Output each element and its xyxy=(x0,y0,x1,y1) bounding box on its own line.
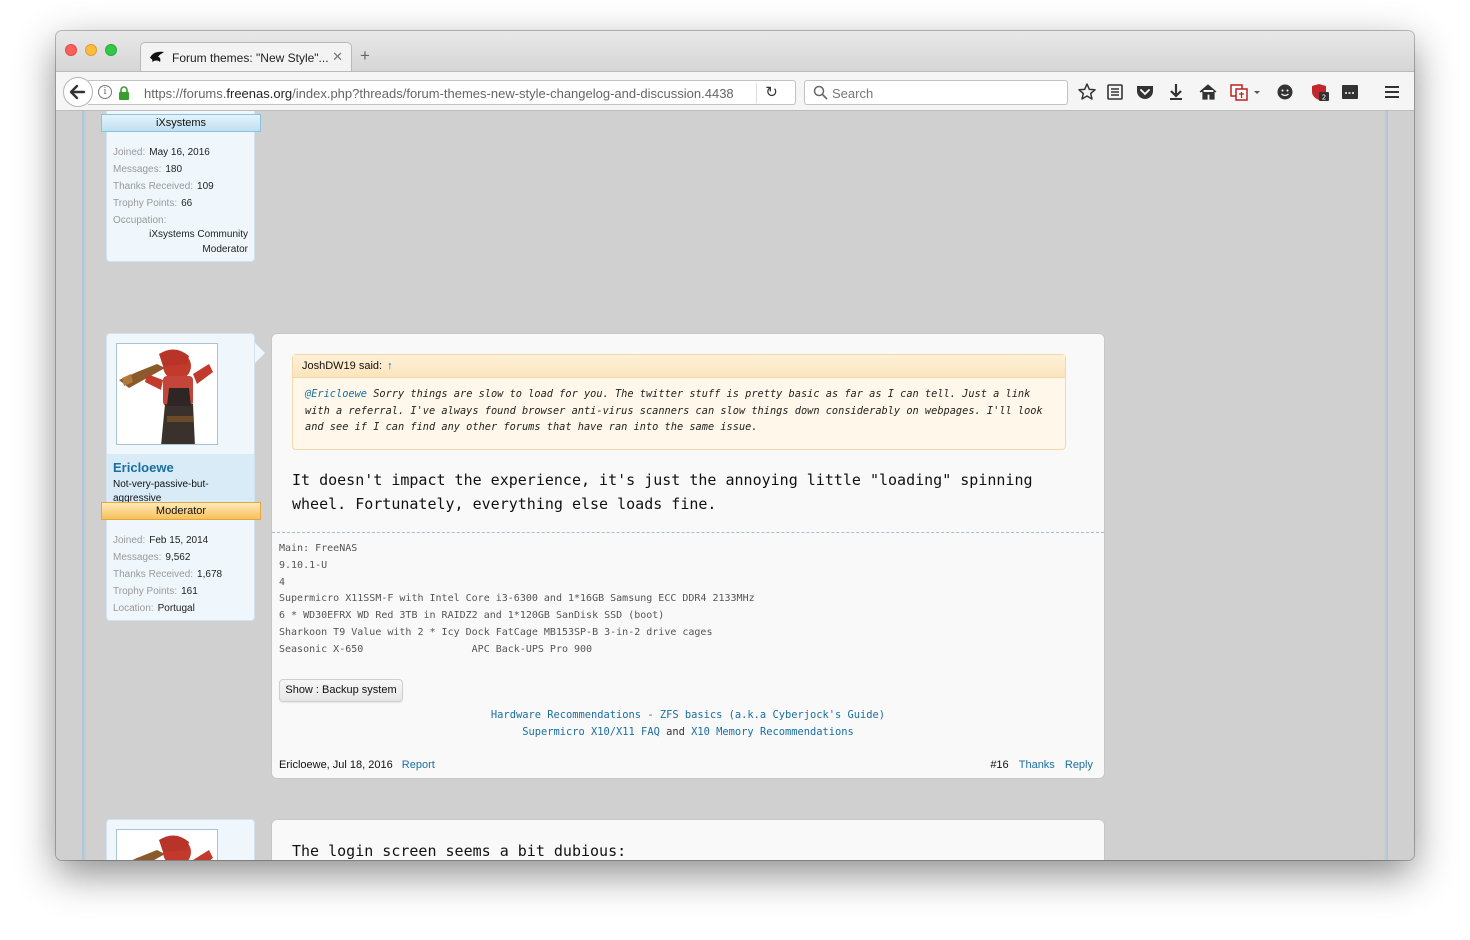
report-link[interactable]: Report xyxy=(402,759,435,771)
freenas-favicon-icon xyxy=(150,51,164,62)
hamburger-menu-icon[interactable] xyxy=(1381,82,1403,102)
post-number[interactable]: #16 xyxy=(990,759,1008,771)
user-stats: Joined: Feb 15, 2014 Messages: 9,562 Thank… xyxy=(113,535,223,614)
new-tab-button[interactable]: + xyxy=(360,47,370,64)
tab-forum-themes[interactable]: Forum themes: "New Style"... ✕ xyxy=(140,42,352,72)
zfs-basics-link[interactable]: ZFS basics (a.k.a Cyberjock's Guide) xyxy=(660,709,885,721)
user-stats: Joined: May 16, 2016 Messages: 180 Thanks … xyxy=(113,147,214,226)
signature-divider xyxy=(272,532,1104,533)
ublock-shield-icon[interactable]: 2 xyxy=(1309,82,1331,102)
user-info-previous: iXsystems Joined: May 16, 2016 Messages: 1… xyxy=(101,111,261,262)
quote-header: JoshDW19 said: ↑ xyxy=(293,355,1065,378)
back-button[interactable] xyxy=(63,77,93,107)
home-icon[interactable] xyxy=(1197,82,1219,102)
url-text[interactable]: https://forums.freenas.org/index.php?thr… xyxy=(144,86,738,101)
message-text: The login screen seems a bit dubious: xyxy=(292,842,627,860)
signature-links-row-1: Hardware Recommendations - ZFS basics (a… xyxy=(490,709,886,721)
user-info-next xyxy=(106,819,255,860)
user-banner-moderator: Moderator xyxy=(101,502,261,520)
thanks-link[interactable]: Thanks xyxy=(1019,759,1055,771)
minimize-window-button[interactable] xyxy=(85,44,97,56)
back-arrow-icon xyxy=(69,84,86,100)
hardware-recommendations-link[interactable]: Hardware Recommendations xyxy=(491,709,641,721)
user-occupation: iXsystems Community Moderator xyxy=(149,229,248,255)
extension-icon[interactable] xyxy=(1339,82,1361,102)
page-content: iXsystems Joined: May 16, 2016 Messages: 1… xyxy=(56,111,1414,860)
quote-text: @Ericloewe Sorry things are slow to load… xyxy=(305,388,1043,433)
message-post-17: The login screen seems a bit dubious: xyxy=(271,819,1105,860)
close-window-button[interactable] xyxy=(65,44,77,56)
browser-window: Forum themes: "New Style"... ✕ + i https… xyxy=(56,31,1414,860)
bookmarks-list-icon[interactable] xyxy=(1104,82,1126,102)
username-link[interactable]: Ericloewe xyxy=(113,460,174,475)
signature-links-row-2: Supermicro X10/X11 FAQ and X10 Memory Re… xyxy=(522,726,854,738)
svg-text:2: 2 xyxy=(1322,94,1326,102)
user-banner-ixsystems: iXsystems xyxy=(101,114,261,132)
reload-icon[interactable]: ↻ xyxy=(756,83,786,103)
post-author-date[interactable]: Ericloewe, Jul 18, 2016 xyxy=(279,759,393,771)
lock-icon[interactable] xyxy=(118,86,130,100)
message-text: It doesn't impact the experience, it's j… xyxy=(292,471,1033,513)
url-bar[interactable]: i https://forums.freenas.org/index.php?t… xyxy=(88,80,796,105)
pocket-icon[interactable] xyxy=(1134,82,1156,102)
user-info-ericloewe: Ericloewe Not-very-passive-but-aggressiv… xyxy=(101,333,261,621)
bookmark-star-icon[interactable] xyxy=(1076,82,1098,102)
x10-memory-link[interactable]: X10 Memory Recommendations xyxy=(691,726,854,738)
quote-block: JoshDW19 said: ↑ @Ericloewe Sorry things… xyxy=(292,354,1066,450)
supermicro-faq-link[interactable]: Supermicro X10/X11 FAQ xyxy=(522,726,660,738)
download-icon[interactable] xyxy=(1165,82,1187,102)
translate-dropdown-icon[interactable] xyxy=(1252,82,1262,102)
avatar[interactable] xyxy=(116,829,218,860)
search-bar[interactable]: Search xyxy=(804,80,1068,105)
translate-icon[interactable] xyxy=(1228,82,1250,102)
avatar[interactable] xyxy=(116,343,218,445)
tab-close-icon[interactable]: ✕ xyxy=(332,49,343,65)
mention-link[interactable]: @Ericloewe xyxy=(305,388,367,400)
signature: Main: FreeNAS 9.10.1-U 4 Supermicro X11SSM-… xyxy=(279,543,755,655)
chat-emoji-icon[interactable] xyxy=(1274,82,1296,102)
avatar-image xyxy=(117,344,217,444)
content-edge xyxy=(1384,111,1388,860)
navigation-bar: i https://forums.freenas.org/index.php?t… xyxy=(56,71,1414,111)
show-backup-system-button[interactable]: Show : Backup system xyxy=(279,679,403,702)
reply-link[interactable]: Reply xyxy=(1065,759,1093,771)
message-post-16: JoshDW19 said: ↑ @Ericloewe Sorry things… xyxy=(271,333,1105,779)
info-icon[interactable]: i xyxy=(98,85,112,99)
zoom-window-button[interactable] xyxy=(105,44,117,56)
content-edge xyxy=(82,111,86,860)
message-footer: Ericloewe, Jul 18, 2016 Report #16 Thank… xyxy=(279,759,1093,775)
tab-title: Forum themes: "New Style"... xyxy=(172,51,329,65)
search-icon xyxy=(813,85,828,100)
avatar-image xyxy=(117,830,217,860)
quote-source-link[interactable]: ↑ xyxy=(387,360,393,372)
search-input[interactable]: Search xyxy=(832,86,873,101)
title-bar: Forum themes: "New Style"... ✕ + xyxy=(56,31,1414,72)
message-pointer xyxy=(255,343,265,363)
